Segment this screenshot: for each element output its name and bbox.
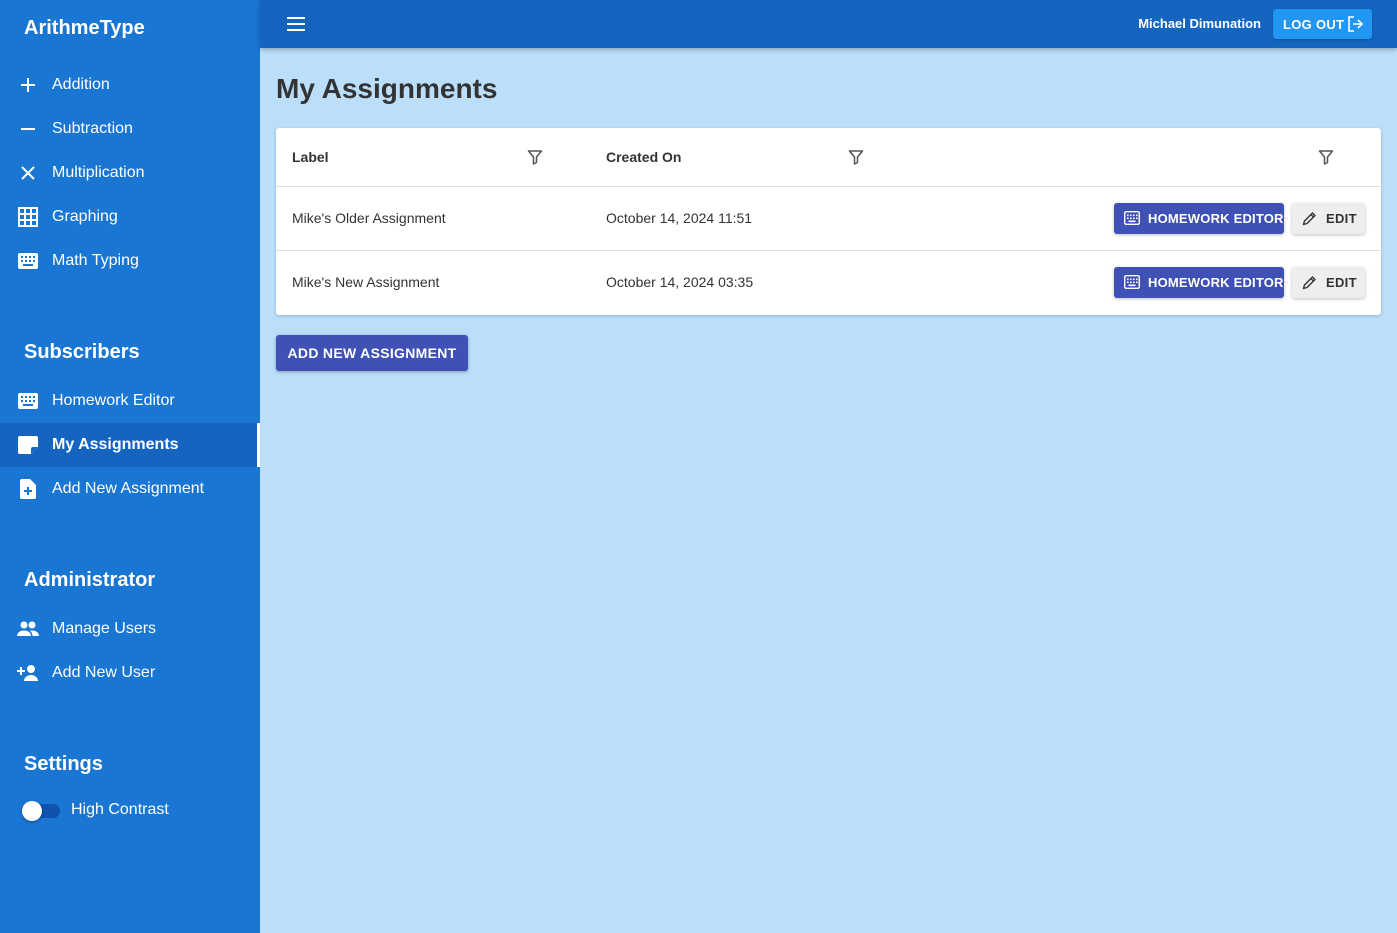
add-new-assignment-button[interactable]: ADD NEW ASSIGNMENT: [276, 335, 468, 371]
current-user-name: Michael Dimunation: [1138, 16, 1261, 31]
filter-icon[interactable]: [1318, 149, 1334, 165]
page-title: My Assignments: [276, 73, 498, 104]
keyboard-icon: [17, 250, 39, 272]
keyboard-icon: [1123, 274, 1141, 290]
sidebar-item-manage-users[interactable]: Manage Users: [0, 607, 260, 651]
edit-button[interactable]: EDIT: [1292, 203, 1365, 234]
sidebar: ArithmeType Addition Subtraction Multipl…: [0, 0, 260, 933]
assignment-label: Mike's New Assignment: [292, 274, 440, 290]
homework-editor-label: HOMEWORK EDITOR: [1148, 211, 1284, 226]
pencil-icon: [1302, 211, 1317, 226]
table-row: Mike's New Assignment October 14, 2024 0…: [276, 251, 1381, 315]
keyboard-icon: [1123, 210, 1141, 226]
sidebar-item-label: Manage Users: [52, 620, 157, 637]
sidebar-item-homework-editor[interactable]: Homework Editor: [0, 379, 260, 423]
homework-editor-button[interactable]: HOMEWORK EDITOR: [1114, 267, 1284, 298]
sidebar-item-label: Add New Assignment: [52, 480, 205, 497]
grid-icon: [17, 206, 39, 228]
sidebar-item-add-new-assignment[interactable]: Add New Assignment: [0, 467, 260, 511]
sidebar-item-label: My Assignments: [52, 436, 179, 453]
sidebar-item-math-typing[interactable]: Math Typing: [0, 239, 260, 283]
settings-heading: Settings: [24, 753, 103, 775]
sidebar-item-my-assignments[interactable]: My Assignments: [0, 423, 260, 467]
column-header-label[interactable]: Label: [292, 148, 329, 166]
top-app-bar: Michael Dimunation LOG OUT: [260, 0, 1397, 48]
table-header-row: Label Created On: [276, 128, 1381, 187]
filter-icon[interactable]: [527, 149, 543, 165]
assignment-label: Mike's Older Assignment: [292, 210, 446, 226]
filter-icon[interactable]: [848, 149, 864, 165]
hamburger-icon: [287, 17, 305, 31]
administrator-heading: Administrator: [24, 569, 156, 591]
sidebar-item-multiplication[interactable]: Multiplication: [0, 151, 260, 195]
file-add-icon: [17, 478, 39, 500]
logout-button[interactable]: LOG OUT: [1273, 9, 1372, 39]
sidebar-item-subtraction[interactable]: Subtraction: [0, 107, 260, 151]
keyboard-icon: [17, 390, 39, 412]
assignments-table: Label Created On Mike's Older Assignment…: [276, 128, 1381, 315]
high-contrast-toggle[interactable]: [22, 801, 60, 821]
sidebar-item-label: Math Typing: [52, 252, 139, 269]
people-icon: [17, 618, 39, 640]
sidebar-item-label: Graphing: [52, 208, 118, 225]
subscribers-heading: Subscribers: [24, 341, 140, 363]
column-header-created-on[interactable]: Created On: [606, 148, 681, 166]
pencil-icon: [1302, 275, 1317, 290]
homework-editor-label: HOMEWORK EDITOR: [1148, 275, 1284, 290]
edit-label: EDIT: [1326, 275, 1357, 290]
sidebar-item-label: Multiplication: [52, 164, 145, 181]
edit-label: EDIT: [1326, 211, 1357, 226]
high-contrast-label[interactable]: High Contrast: [71, 800, 169, 820]
logout-icon: [1347, 16, 1364, 32]
sidebar-item-addition[interactable]: Addition: [0, 63, 260, 107]
homework-editor-button[interactable]: HOMEWORK EDITOR: [1114, 203, 1284, 234]
table-row: Mike's Older Assignment October 14, 2024…: [276, 187, 1381, 251]
sidebar-item-add-new-user[interactable]: Add New User: [0, 651, 260, 695]
sidebar-item-label: Addition: [52, 76, 110, 93]
edit-button[interactable]: EDIT: [1292, 267, 1365, 298]
assignment-created-on: October 14, 2024 03:35: [606, 274, 754, 290]
note-icon: [17, 434, 39, 456]
sidebar-item-label: Subtraction: [52, 120, 133, 137]
menu-button[interactable]: [282, 12, 310, 36]
sidebar-item-graphing[interactable]: Graphing: [0, 195, 260, 239]
plus-icon: [17, 74, 39, 96]
person-add-icon: [17, 662, 39, 684]
app-brand[interactable]: ArithmeType: [24, 16, 145, 40]
sidebar-item-label: Homework Editor: [52, 392, 175, 409]
toggle-thumb: [22, 801, 42, 821]
logout-label: LOG OUT: [1283, 16, 1345, 32]
times-icon: [17, 162, 39, 184]
assignment-created-on: October 14, 2024 11:51: [606, 210, 753, 226]
minus-icon: [17, 118, 39, 140]
sidebar-item-label: Add New User: [52, 664, 156, 681]
